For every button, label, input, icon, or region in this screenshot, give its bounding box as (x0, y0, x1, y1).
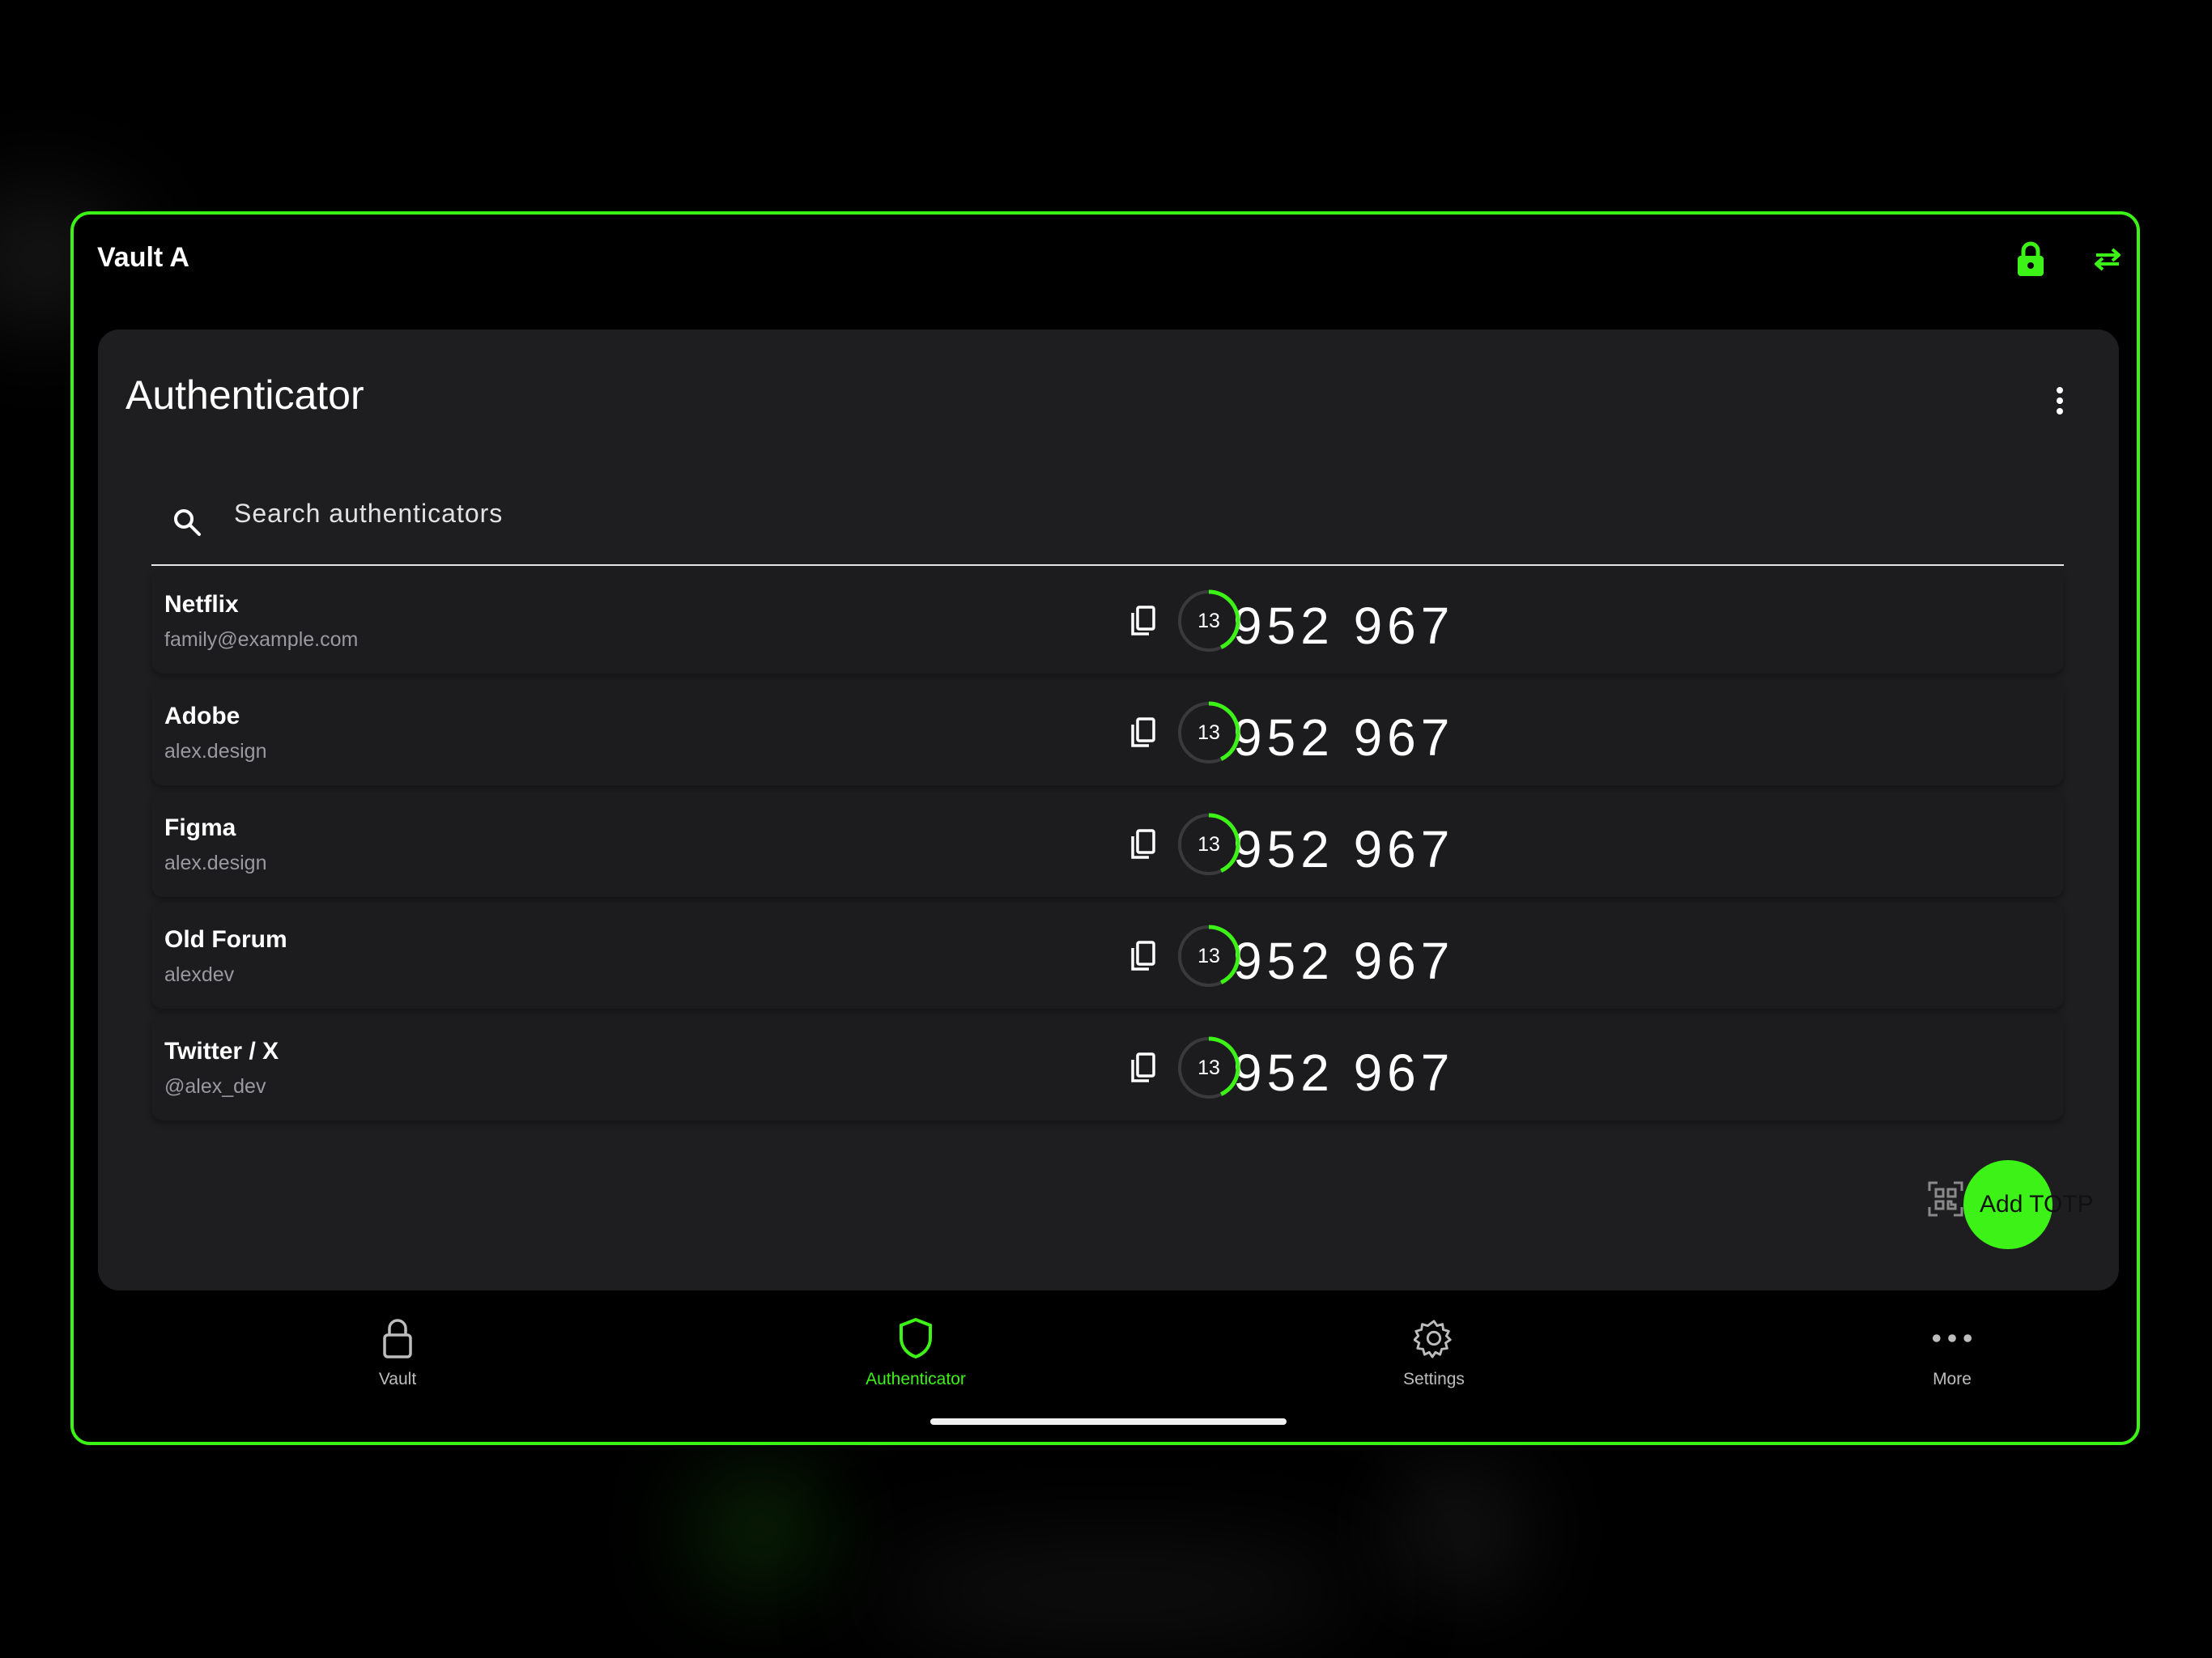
copy-icon[interactable] (1123, 824, 1163, 865)
entry-name: Twitter / X (164, 1038, 279, 1065)
countdown-timer: 13 (1176, 589, 1241, 653)
lock-outline-icon (377, 1316, 418, 1360)
vault-title: Vault A (97, 242, 189, 273)
list-item[interactable]: Figma alex.design 952 967 13 (151, 792, 2064, 897)
entry-name: Figma (164, 814, 236, 841)
countdown-seconds: 13 (1197, 1056, 1220, 1079)
list-item[interactable]: Twitter / X @alex_dev 952 967 13 (151, 1015, 2064, 1120)
home-indicator (930, 1418, 1287, 1425)
countdown-timer: 13 (1176, 812, 1241, 877)
nav-item-authenticator[interactable]: Authenticator (794, 1312, 1037, 1401)
page-title: Authenticator (125, 372, 364, 418)
countdown-seconds: 13 (1197, 832, 1220, 856)
lock-icon[interactable] (2010, 239, 2051, 279)
more-vertical-icon[interactable] (2048, 376, 2072, 425)
countdown-timer: 13 (1176, 924, 1241, 988)
countdown-timer: 13 (1176, 1035, 1241, 1100)
entry-account: alexdev (164, 963, 235, 986)
search-icon (172, 508, 202, 541)
swap-arrows-icon[interactable] (2087, 239, 2128, 279)
app-window: Vault A Authenticator Search authenticat… (70, 211, 2140, 1445)
bottom-nav: Vault Authenticator Settings More (74, 1312, 2137, 1417)
top-bar: Vault A (74, 215, 2137, 304)
copy-icon[interactable] (1123, 936, 1163, 976)
countdown-seconds: 13 (1197, 721, 1220, 744)
entry-list: Netflix family@example.com 952 967 13 Ad… (151, 568, 2064, 1127)
entry-account: @alex_dev (164, 1075, 266, 1098)
totp-code[interactable]: 952 967 (1233, 931, 1454, 991)
copy-icon[interactable] (1123, 712, 1163, 753)
background-glow (874, 1554, 1360, 1627)
add-totp-label[interactable]: Add TOTP (1980, 1191, 2094, 1218)
nav-label: Authenticator (866, 1370, 966, 1388)
nav-label: Settings (1403, 1370, 1465, 1388)
totp-code[interactable]: 952 967 (1233, 1043, 1454, 1103)
totp-code[interactable]: 952 967 (1233, 596, 1454, 656)
search-bar (151, 466, 2064, 566)
gear-icon (1414, 1316, 1454, 1360)
entry-account: family@example.com (164, 628, 359, 651)
totp-code[interactable]: 952 967 (1233, 708, 1454, 767)
list-item[interactable]: Old Forum alexdev 952 967 13 (151, 903, 2064, 1009)
search-input[interactable] (232, 488, 2017, 538)
qr-scan-icon[interactable] (1928, 1181, 1963, 1217)
entry-account: alex.design (164, 740, 267, 763)
authenticator-card: Authenticator Netflix family@example.com… (98, 329, 2119, 1290)
totp-code[interactable]: 952 967 (1233, 819, 1454, 879)
countdown-timer: 13 (1176, 700, 1241, 765)
copy-icon[interactable] (1123, 1048, 1163, 1088)
list-item[interactable]: Netflix family@example.com 952 967 13 (151, 568, 2064, 674)
nav-label: Vault (378, 1370, 417, 1388)
copy-icon[interactable] (1123, 601, 1163, 641)
more-horizontal-icon (1932, 1316, 1972, 1360)
nav-label: More (1933, 1370, 1972, 1388)
countdown-seconds: 13 (1197, 944, 1220, 967)
entry-name: Adobe (164, 703, 240, 729)
background-glow (696, 1473, 826, 1587)
list-item[interactable]: Adobe alex.design 952 967 13 (151, 680, 2064, 785)
entry-account: alex.design (164, 852, 267, 874)
countdown-seconds: 13 (1197, 609, 1220, 632)
background-glow (1393, 1473, 1522, 1587)
nav-item-vault[interactable]: Vault (276, 1312, 519, 1401)
nav-item-settings[interactable]: Settings (1312, 1312, 1555, 1401)
entry-name: Old Forum (164, 926, 287, 953)
shield-icon (895, 1316, 936, 1360)
entry-name: Netflix (164, 591, 239, 618)
nav-item-more[interactable]: More (1831, 1312, 2074, 1401)
